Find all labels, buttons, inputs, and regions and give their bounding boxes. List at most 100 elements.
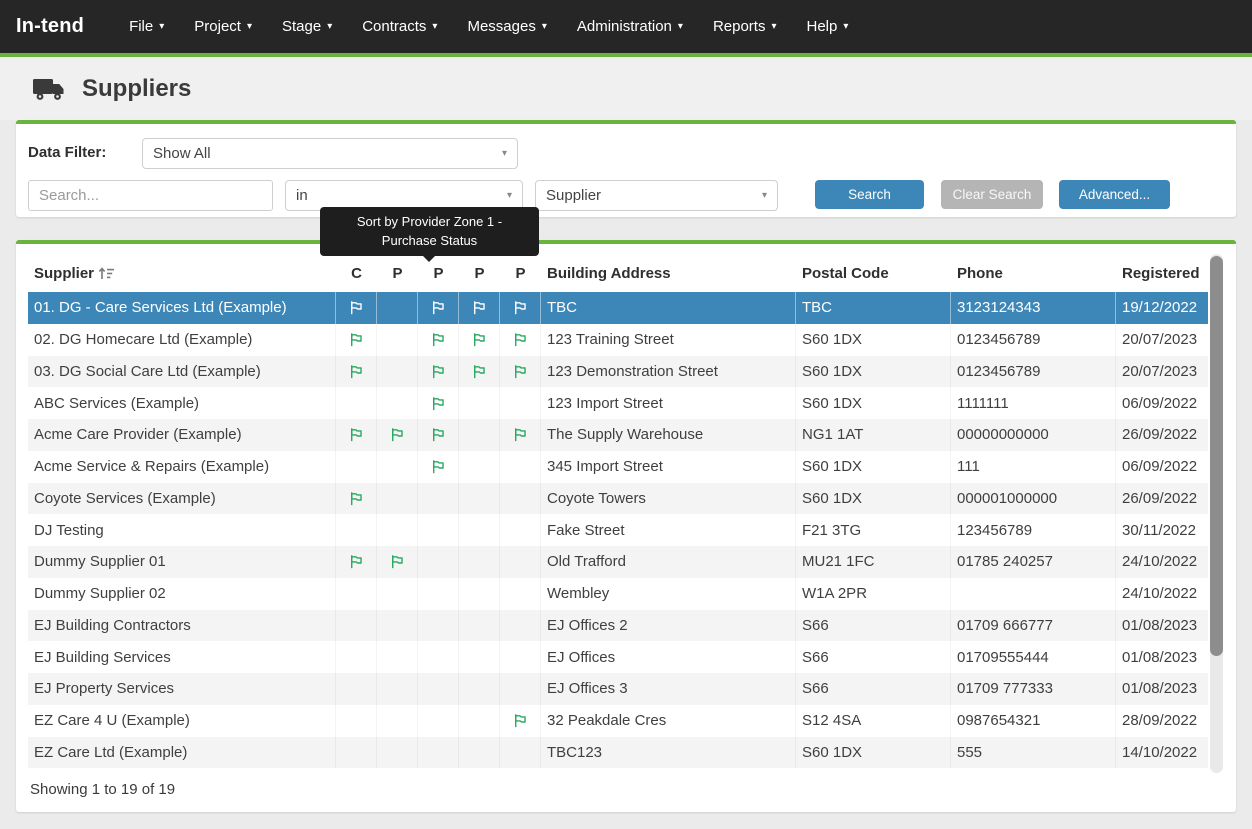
menu-stage[interactable]: Stage▾ bbox=[267, 0, 347, 53]
search-input[interactable] bbox=[28, 180, 273, 211]
menu-help[interactable]: Help▾ bbox=[792, 0, 864, 53]
flag-icon bbox=[471, 364, 487, 379]
status-empty-cell bbox=[459, 578, 500, 610]
status-empty-cell bbox=[336, 673, 377, 705]
search-button[interactable]: Search bbox=[815, 180, 924, 209]
column-header-supplier[interactable]: Supplier bbox=[28, 265, 336, 282]
column-header-p-2[interactable]: P bbox=[418, 265, 459, 282]
status-empty-cell bbox=[418, 483, 459, 515]
phone-cell: 555 bbox=[951, 737, 1116, 769]
column-header-registered[interactable]: Registered bbox=[1116, 265, 1208, 282]
clear-search-button[interactable]: Clear Search bbox=[941, 180, 1043, 209]
table-row[interactable]: ABC Services (Example)123 Import StreetS… bbox=[28, 387, 1208, 419]
column-header-c[interactable]: C bbox=[336, 265, 377, 282]
status-empty-cell bbox=[500, 641, 541, 673]
table-row[interactable]: EZ Care 4 U (Example)32 Peakdale CresS12… bbox=[28, 705, 1208, 737]
column-header-p-3[interactable]: P bbox=[459, 265, 500, 282]
menu-administration[interactable]: Administration▾ bbox=[562, 0, 698, 53]
table-row[interactable]: Acme Service & Repairs (Example)345 Impo… bbox=[28, 451, 1208, 483]
status-empty-cell bbox=[377, 705, 418, 737]
registered-cell: 06/09/2022 bbox=[1116, 387, 1208, 419]
status-empty-cell bbox=[418, 578, 459, 610]
status-empty-cell bbox=[459, 737, 500, 769]
status-empty-cell bbox=[459, 610, 500, 642]
data-filter-select[interactable]: Show All ▾ bbox=[142, 138, 518, 169]
caret-down-icon: ▾ bbox=[762, 190, 767, 201]
scrollbar-track[interactable] bbox=[1210, 254, 1223, 773]
menu-messages[interactable]: Messages▾ bbox=[452, 0, 561, 53]
column-header-label: C bbox=[351, 265, 362, 282]
page-title: Suppliers bbox=[82, 75, 191, 103]
status-empty-cell bbox=[377, 737, 418, 769]
menu-file[interactable]: File▾ bbox=[114, 0, 179, 53]
status-flag-cell bbox=[418, 451, 459, 483]
supplier-cell: Coyote Services (Example) bbox=[28, 483, 336, 515]
flag-icon bbox=[471, 332, 487, 347]
supplier-cell: 03. DG Social Care Ltd (Example) bbox=[28, 356, 336, 388]
phone-cell: 000001000000 bbox=[951, 483, 1116, 515]
flag-icon bbox=[512, 427, 528, 442]
caret-down-icon: ▾ bbox=[771, 21, 776, 32]
menu-project[interactable]: Project▾ bbox=[179, 0, 267, 53]
table-row[interactable]: Dummy Supplier 01Old TraffordMU21 1FC017… bbox=[28, 546, 1208, 578]
status-flag-cell bbox=[459, 292, 500, 324]
postal-code-cell: TBC bbox=[796, 292, 951, 324]
table-row[interactable]: EZ Care Ltd (Example)TBC123S60 1DX55514/… bbox=[28, 737, 1208, 769]
address-cell: TBC bbox=[541, 292, 796, 324]
postal-code-cell: MU21 1FC bbox=[796, 546, 951, 578]
status-empty-cell bbox=[377, 514, 418, 546]
column-header-phone[interactable]: Phone bbox=[951, 265, 1116, 282]
menu-reports[interactable]: Reports▾ bbox=[698, 0, 792, 53]
column-header-label: Supplier bbox=[34, 265, 94, 282]
table-row[interactable]: 01. DG - Care Services Ltd (Example)TBCT… bbox=[28, 292, 1208, 324]
registered-cell: 28/09/2022 bbox=[1116, 705, 1208, 737]
registered-cell: 20/07/2023 bbox=[1116, 356, 1208, 388]
menu-contracts[interactable]: Contracts▾ bbox=[347, 0, 452, 53]
table-row[interactable]: DJ TestingFake StreetF21 3TG12345678930/… bbox=[28, 514, 1208, 546]
search-field-select[interactable]: Supplier ▾ bbox=[535, 180, 778, 211]
registered-cell: 01/08/2023 bbox=[1116, 641, 1208, 673]
table-row[interactable]: EJ Building ServicesEJ OfficesS660170955… bbox=[28, 641, 1208, 673]
scrollbar-thumb[interactable] bbox=[1210, 256, 1223, 656]
supplier-cell: EJ Property Services bbox=[28, 673, 336, 705]
phone-cell: 111 bbox=[951, 451, 1116, 483]
flag-icon bbox=[348, 364, 364, 379]
registered-cell: 30/11/2022 bbox=[1116, 514, 1208, 546]
table-row[interactable]: Acme Care Provider (Example)The Supply W… bbox=[28, 419, 1208, 451]
status-empty-cell bbox=[377, 578, 418, 610]
status-empty-cell bbox=[418, 673, 459, 705]
phone-cell: 01709 666777 bbox=[951, 610, 1116, 642]
flag-icon bbox=[512, 332, 528, 347]
tooltip-arrow-icon bbox=[423, 256, 435, 262]
column-header-p-1[interactable]: P bbox=[377, 265, 418, 282]
status-empty-cell bbox=[459, 419, 500, 451]
supplier-cell: Acme Care Provider (Example) bbox=[28, 419, 336, 451]
menu-label: Messages bbox=[467, 18, 535, 35]
advanced-button[interactable]: Advanced... bbox=[1059, 180, 1170, 209]
table-row[interactable]: Dummy Supplier 02WembleyW1A 2PR24/10/202… bbox=[28, 578, 1208, 610]
status-empty-cell bbox=[500, 673, 541, 705]
table-row[interactable]: 02. DG Homecare Ltd (Example)123 Trainin… bbox=[28, 324, 1208, 356]
status-empty-cell bbox=[418, 737, 459, 769]
status-empty-cell bbox=[459, 673, 500, 705]
supplier-cell: EZ Care Ltd (Example) bbox=[28, 737, 336, 769]
column-header-postal-code[interactable]: Postal Code bbox=[796, 265, 951, 282]
column-header-building-address[interactable]: Building Address bbox=[541, 265, 796, 282]
caret-down-icon: ▾ bbox=[247, 21, 252, 32]
status-empty-cell bbox=[418, 610, 459, 642]
status-flag-cell bbox=[418, 419, 459, 451]
status-empty-cell bbox=[459, 514, 500, 546]
column-header-label: Building Address bbox=[547, 265, 671, 282]
column-header-label: P bbox=[515, 265, 525, 282]
table-row[interactable]: EJ Property ServicesEJ Offices 3S6601709… bbox=[28, 673, 1208, 705]
sort-amount-up-icon bbox=[97, 266, 116, 281]
table-row[interactable]: EJ Building ContractorsEJ Offices 2S6601… bbox=[28, 610, 1208, 642]
caret-down-icon: ▾ bbox=[502, 148, 507, 159]
app-brand[interactable]: In-tend bbox=[16, 15, 84, 38]
column-header-label: Phone bbox=[957, 265, 1003, 282]
table-row[interactable]: 03. DG Social Care Ltd (Example)123 Demo… bbox=[28, 356, 1208, 388]
column-header-p-4[interactable]: P bbox=[500, 265, 541, 282]
status-flag-cell bbox=[336, 292, 377, 324]
registered-cell: 06/09/2022 bbox=[1116, 451, 1208, 483]
table-row[interactable]: Coyote Services (Example)Coyote TowersS6… bbox=[28, 483, 1208, 515]
